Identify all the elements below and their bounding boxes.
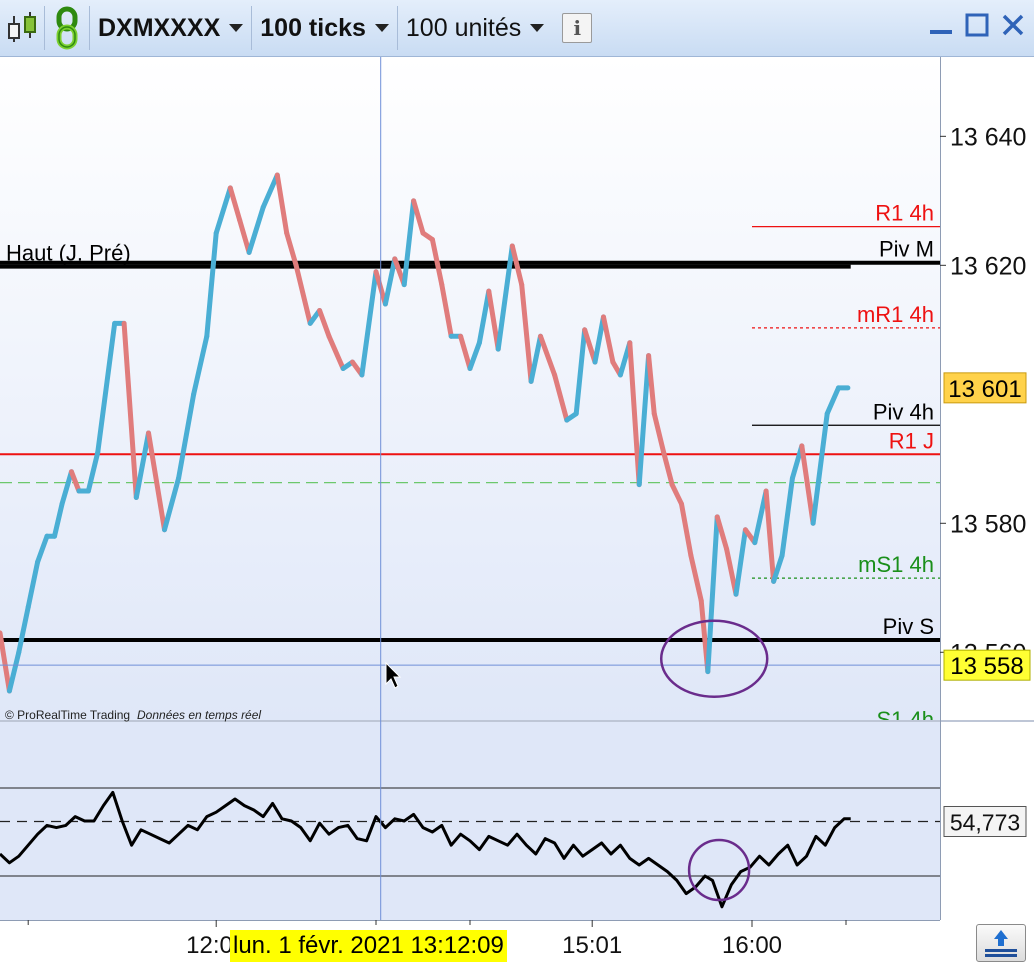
crosshair-price-label: 13 558 [950,653,1023,680]
chart-area[interactable]: R1 4h Piv M Haut (J. Pré) mR1 4h Piv 4h R1 J m… [0,57,1034,964]
level-label: Piv M [879,237,934,262]
level-label: mR1 4h [857,302,934,327]
y-tick-label: 13 580 [950,510,1026,538]
info-icon[interactable]: i [562,13,593,43]
units-label: 100 unités [405,13,522,42]
x-tick-label: 15:01 [562,932,622,959]
level-label: Piv S [883,614,934,639]
window-controls [928,12,1026,38]
instrument-selector[interactable]: DXMXXXX [90,0,251,56]
x-tick-label: 16:00 [722,932,782,959]
maximize-icon[interactable] [964,12,990,38]
indicator-value-label: 54,773 [950,809,1020,835]
scroll-up-icon [985,930,1017,957]
crosshair-date-label: lun. 1 févr. 2021 13:12:09 [230,930,507,962]
level-label: R1 J [889,428,934,453]
chevron-down-icon [374,24,389,32]
interval-selector[interactable]: 100 ticks [252,0,397,56]
units-selector[interactable]: 100 unités [398,0,552,56]
chevron-down-icon [530,24,545,32]
y-tick-label: 13 620 [950,252,1026,280]
realtime-label: Données en temps réel [137,708,261,722]
chart-toolbar: DXMXXXX 100 ticks 100 unités i [0,0,1034,57]
level-label: mS1 4h [858,552,934,577]
y-tick-label: 13 640 [950,123,1026,151]
close-icon[interactable] [1000,12,1026,38]
level-label: R1 4h [875,201,934,226]
price-panel-bg [0,57,940,720]
link-icon[interactable] [45,0,89,56]
level-label: Haut (J. Pré) [6,241,131,266]
current-price-label: 13 601 [948,376,1021,403]
instrument-label: DXMXXXX [98,13,221,42]
minimize-icon[interactable] [928,12,954,38]
chevron-down-icon [229,24,244,32]
candlestick-icon[interactable] [0,0,44,56]
interval-label: 100 ticks [260,13,366,42]
level-label: Piv 4h [873,399,934,424]
watermark: © ProRealTime Trading [5,708,130,722]
scroll-to-end-button[interactable] [976,924,1026,962]
